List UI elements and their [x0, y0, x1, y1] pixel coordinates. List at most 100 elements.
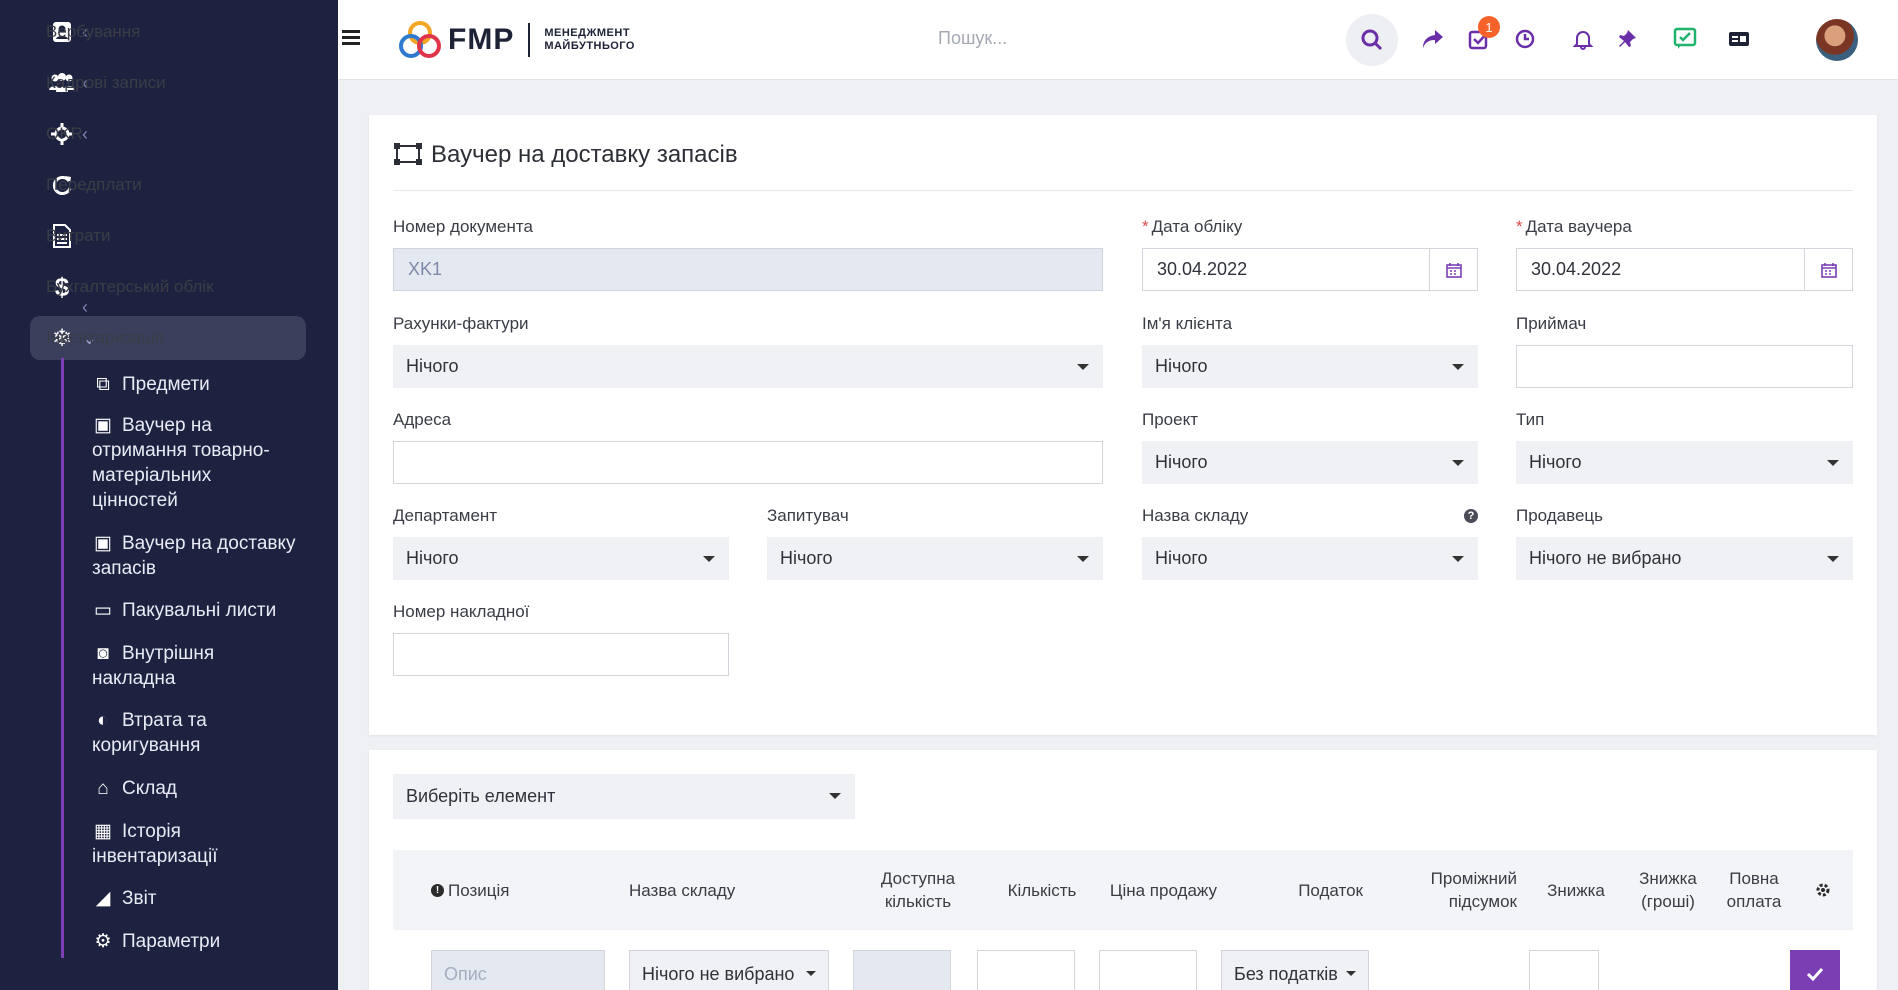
clock-button[interactable]	[1504, 18, 1546, 60]
caret-down-icon	[1452, 364, 1464, 370]
seller-select[interactable]: Нічого не вибрано	[1516, 537, 1853, 580]
department-select[interactable]: Нічого	[393, 537, 729, 580]
invoice-number-input[interactable]	[393, 633, 729, 676]
calendar-icon[interactable]	[1429, 249, 1477, 290]
receiver-label: Приймач	[1516, 314, 1587, 333]
copy-icon: ⧉	[96, 374, 110, 395]
requester-select[interactable]: Нічого	[767, 537, 1103, 580]
topbar: FMP МЕНЕДЖМЕНТ МАЙБУТНЬОГО Пошук... 1	[338, 0, 1898, 80]
item-select[interactable]: Виберіть елемент	[393, 774, 855, 819]
project-select[interactable]: Нічого	[1142, 441, 1478, 484]
submenu-line	[61, 358, 64, 958]
col-available-qty: Доступна кількість	[880, 869, 956, 911]
caret-down-icon	[1827, 460, 1839, 466]
sale-price-input[interactable]	[1099, 950, 1197, 990]
type-select[interactable]: Нічого	[1516, 441, 1853, 484]
search-input[interactable]: Пошук...	[938, 28, 1007, 49]
caret-down-icon	[1827, 556, 1839, 562]
col-total: Повна оплата	[1726, 869, 1782, 911]
department-label: Департамент	[393, 506, 498, 525]
invoices-select[interactable]: Нічого	[393, 345, 1103, 388]
available-qty-field	[853, 950, 951, 990]
inbox-icon: ▭	[94, 600, 112, 621]
voucher-date-label: * Дата ваучера	[1516, 217, 1632, 236]
accounting-date-field[interactable]: 30.04.2022	[1142, 248, 1478, 291]
cogs-icon: ⚙	[94, 931, 112, 952]
voucher-form-card: Ваучер на доставку запасів Номер докумен…	[369, 115, 1877, 735]
submenu-item-inventory-history[interactable]: ▦ Історія інвентаризації	[92, 819, 302, 869]
submenu-item-items[interactable]: ⧉ Предмети	[92, 372, 302, 397]
sidebar-item-hr-records[interactable]: Кадрові записи ‹	[30, 61, 306, 105]
submenu-item-settings[interactable]: ⚙ Параметри	[92, 929, 302, 954]
client-name-label: Ім'я клієнта	[1142, 314, 1233, 333]
submenu-item-delivery-voucher[interactable]: ▣ Ваучер на доставку запасів	[92, 531, 302, 581]
client-name-select[interactable]: Нічого	[1142, 345, 1478, 388]
calendar-icon[interactable]	[1804, 249, 1852, 290]
submenu-item-warehouse[interactable]: ⌂ Склад	[92, 776, 302, 801]
description-input[interactable]: Опис	[431, 950, 605, 990]
requester-label: Запитувач	[767, 506, 849, 525]
project-label: Проект	[1142, 410, 1198, 429]
tasks-badge: 1	[1478, 16, 1500, 38]
sidebar-item-expenses[interactable]: Витрати	[30, 214, 306, 258]
bell-icon	[1572, 31, 1594, 50]
help-icon[interactable]: ?	[1464, 509, 1478, 523]
tax-select[interactable]: Без податків	[1221, 950, 1369, 990]
submenu-item-packing-lists[interactable]: ▭ Пакувальні листи	[92, 598, 302, 623]
id-card-button[interactable]	[1718, 18, 1760, 60]
chart-icon: ◢	[95, 888, 111, 909]
voucher-date-field[interactable]: 30.04.2022	[1516, 248, 1853, 291]
caret-down-icon	[703, 556, 715, 562]
logo-rings-icon	[399, 21, 441, 58]
sidebar: Вербування ‹ Кадрові записи ‹ OKR ‹ Пере…	[0, 0, 338, 990]
menu-toggle-icon[interactable]	[342, 30, 360, 48]
address-input[interactable]	[393, 441, 1103, 484]
items-card: Виберіть елемент ! Позиція Назва складу …	[369, 750, 1877, 990]
receiver-input[interactable]	[1516, 345, 1853, 388]
warehouse-select[interactable]: Нічого	[1142, 537, 1478, 580]
col-warehouse: Назва складу	[629, 880, 736, 900]
doc-number-field[interactable]: XK1	[393, 248, 1103, 291]
add-row-button[interactable]	[1790, 950, 1840, 990]
submenu-item-internal-invoice[interactable]: ◙ Внутрішня накладна	[92, 641, 302, 691]
share-button[interactable]	[1412, 18, 1454, 60]
type-label: Тип	[1516, 410, 1545, 429]
clock-icon	[1515, 29, 1535, 49]
tasks-button[interactable]: 1	[1458, 16, 1500, 60]
quantity-input[interactable]	[977, 950, 1075, 990]
submenu-item-loss-adjustment[interactable]: ◐ Втрата та коригування	[92, 708, 302, 758]
logo[interactable]: FMP МЕНЕДЖМЕНТ МАЙБУТНЬОГО	[398, 18, 635, 62]
col-sale-price: Ціна продажу	[1109, 880, 1217, 900]
sidebar-item-inventory[interactable]: ❄ Інвентаризація ⌄	[30, 316, 306, 360]
chat-button[interactable]	[1664, 18, 1706, 60]
accounting-date-label: * Дата обліку	[1142, 217, 1243, 236]
seller-label: Продавець	[1516, 506, 1604, 525]
id-card-icon	[1729, 32, 1749, 46]
calendar-icon: ▦	[94, 821, 112, 842]
info-icon: !	[431, 883, 444, 897]
items-table-header: ! Позиція Назва складу Доступна кількіст…	[393, 850, 1853, 930]
gear-icon[interactable]	[1803, 850, 1843, 930]
avatar[interactable]	[1816, 19, 1858, 61]
row-warehouse-select[interactable]: Нічого не вибрано	[629, 950, 829, 990]
warehouse-label: Назва складу	[1142, 506, 1249, 525]
discount-input[interactable]	[1529, 950, 1599, 990]
col-position: ! Позиція	[431, 850, 581, 930]
search-button[interactable]	[1346, 14, 1398, 66]
notifications-button[interactable]	[1562, 18, 1604, 60]
sidebar-item-okr[interactable]: OKR ‹	[30, 112, 306, 156]
submenu-item-report[interactable]: ◢ Звіт	[92, 886, 302, 911]
caret-down-icon	[1077, 556, 1089, 562]
sidebar-item-recruitment[interactable]: Вербування ‹	[30, 10, 306, 54]
invoice-number-label: Номер накладної	[393, 602, 530, 621]
sidebar-item-accounting[interactable]: $ Бухгалтерський облік ‹	[30, 265, 306, 317]
caret-down-icon	[1346, 971, 1356, 976]
sidebar-item-subscriptions[interactable]: Передплати	[30, 163, 306, 207]
rss-icon: ◙	[97, 643, 109, 664]
submenu-item-receive-voucher[interactable]: ▣ Ваучер на отримання товарно-матеріальни…	[92, 413, 302, 513]
caret-down-icon	[1077, 364, 1089, 370]
message-icon	[1673, 27, 1697, 49]
caret-down-icon	[1452, 556, 1464, 562]
pin-icon	[1619, 30, 1636, 47]
pin-button[interactable]	[1606, 18, 1648, 60]
